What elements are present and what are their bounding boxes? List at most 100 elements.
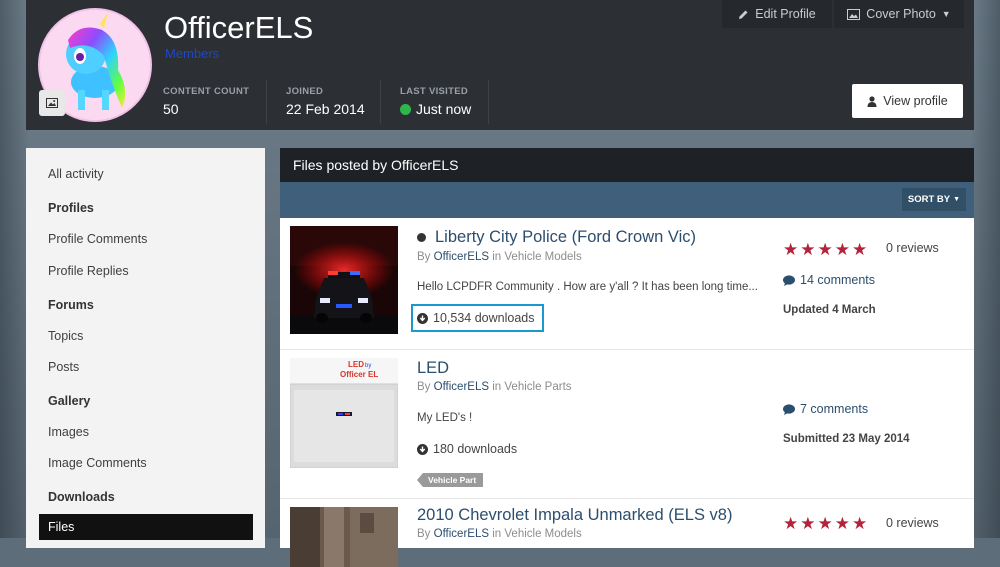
last-visited-value: Just now xyxy=(416,101,472,117)
view-profile-label: View profile xyxy=(883,94,948,108)
sort-by-button[interactable]: SORT BY ▼ xyxy=(902,188,966,211)
sidebar-item-label: Images xyxy=(48,425,89,439)
file-downloads: 10,534 downloads xyxy=(417,311,534,325)
in-word: in xyxy=(492,381,502,393)
cover-photo-label: Cover Photo xyxy=(866,7,936,21)
sidebar-heading-label: Downloads xyxy=(48,490,115,504)
sidebar-item-label: Files xyxy=(48,520,75,534)
thumb-text-top: LED xyxy=(348,360,364,369)
file-byline: By OfficerELS in Vehicle Parts xyxy=(417,381,572,393)
by-prefix: By xyxy=(417,528,431,540)
comment-icon xyxy=(783,403,795,415)
file-thumbnail[interactable] xyxy=(290,226,398,334)
image-icon xyxy=(46,98,58,108)
author-link[interactable]: OfficerELS xyxy=(434,251,489,263)
pencil-icon xyxy=(739,10,748,19)
stat-value: 50 xyxy=(163,101,179,117)
sidebar-item-files[interactable]: Files xyxy=(39,514,253,540)
sidebar-item-images[interactable]: Images xyxy=(26,420,265,444)
stat-value: Just now xyxy=(400,101,471,117)
police-car-thumbnail xyxy=(290,226,398,334)
author-link[interactable]: OfficerELS xyxy=(434,381,489,393)
sidebar-heading-forums: Forums xyxy=(26,293,265,317)
sidebar-item-image-comments[interactable]: Image Comments xyxy=(26,451,265,475)
file-thumbnail[interactable]: LED by Officer EL xyxy=(290,358,398,468)
stat-divider xyxy=(488,80,489,124)
sidebar-heading-label: Profiles xyxy=(48,201,94,215)
star-icon: ★ xyxy=(834,514,850,533)
in-word: in xyxy=(492,251,502,263)
star-icon: ★ xyxy=(783,514,799,533)
stat-content-count: CONTENT COUNT 50 xyxy=(163,86,249,117)
file-thumbnail[interactable] xyxy=(290,507,398,567)
by-prefix: By xyxy=(417,251,431,263)
image-icon xyxy=(847,8,861,20)
sidebar-item-label: Topics xyxy=(48,329,84,343)
tag-label: Vehicle Part xyxy=(428,475,477,485)
file-byline: By OfficerELS in Vehicle Models xyxy=(417,251,582,263)
user-icon xyxy=(867,95,877,107)
stat-divider xyxy=(266,80,267,124)
file-row: Liberty City Police (Ford Crown Vic) By … xyxy=(280,218,974,350)
sidebar-item-topics[interactable]: Topics xyxy=(26,324,265,348)
sidebar-item-label: Profile Comments xyxy=(48,232,148,246)
led-thumbnail: LED by Officer EL xyxy=(290,358,398,468)
thumb-text-bottom: Officer EL xyxy=(340,370,378,379)
by-prefix: By xyxy=(417,381,431,393)
author-link[interactable]: OfficerELS xyxy=(434,528,489,540)
comments-link[interactable]: 7 comments xyxy=(783,402,868,416)
caret-down-icon: ▼ xyxy=(953,196,961,203)
edit-profile-button[interactable]: Edit Profile xyxy=(722,0,832,28)
file-submitted-date: Submitted 23 May 2014 xyxy=(783,433,910,445)
sidebar-item-label: Posts xyxy=(48,360,80,374)
stat-value: 22 Feb 2014 xyxy=(286,101,365,117)
file-title: Liberty City Police (Ford Crown Vic) xyxy=(435,228,697,246)
downloads-count: 10,534 downloads xyxy=(433,311,535,325)
impala-thumbnail xyxy=(290,507,398,567)
sidebar-heading-label: Gallery xyxy=(48,394,91,408)
stat-label: LAST VISITED xyxy=(400,86,468,97)
files-panel: Files posted by OfficerELS SORT BY ▼ Lib… xyxy=(280,148,974,567)
category-link[interactable]: Vehicle Models xyxy=(504,251,581,263)
panel-title: Files posted by OfficerELS xyxy=(280,148,974,182)
reviews-count: 0 reviews xyxy=(886,516,939,530)
sidebar-heading-gallery: Gallery xyxy=(26,389,265,413)
file-row: 2010 Chevrolet Impala Unmarked (ELS v8) … xyxy=(280,499,974,567)
file-title-link[interactable]: Liberty City Police (Ford Crown Vic) xyxy=(417,228,696,247)
file-byline: By OfficerELS in Vehicle Models xyxy=(417,528,582,540)
category-link[interactable]: Vehicle Parts xyxy=(504,381,571,393)
stat-divider xyxy=(380,80,381,124)
file-title: LED xyxy=(417,359,450,377)
star-icon: ★ xyxy=(783,240,799,259)
cover-photo-button[interactable]: Cover Photo ▼ xyxy=(834,0,964,28)
sidebar-heading-downloads: Downloads xyxy=(26,485,265,509)
sort-by-label: SORT BY xyxy=(907,194,951,205)
change-photo-button[interactable] xyxy=(39,90,65,116)
file-tag[interactable]: Vehicle Part xyxy=(417,473,484,487)
comment-icon xyxy=(783,274,795,286)
file-row: LED by Officer EL LED By OfficerELS in V… xyxy=(280,350,974,499)
star-icon: ★ xyxy=(817,240,833,259)
rating-stars: ★ ★ ★ ★ ★ xyxy=(783,240,867,260)
file-title-link[interactable]: 2010 Chevrolet Impala Unmarked (ELS v8) xyxy=(417,506,732,525)
view-profile-button[interactable]: View profile xyxy=(852,84,963,118)
sidebar-item-label: All activity xyxy=(48,167,104,181)
in-word: in xyxy=(492,528,502,540)
file-downloads: 180 downloads xyxy=(417,442,517,456)
category-link[interactable]: Vehicle Models xyxy=(504,528,581,540)
file-title-link[interactable]: LED xyxy=(417,359,449,378)
comments-count: 7 comments xyxy=(800,402,869,416)
sidebar-heading-label: Forums xyxy=(48,298,94,312)
file-title: 2010 Chevrolet Impala Unmarked (ELS v8) xyxy=(417,506,733,524)
sidebar-item-profile-comments[interactable]: Profile Comments xyxy=(26,227,265,251)
sidebar-item-profile-replies[interactable]: Profile Replies xyxy=(26,259,265,283)
activity-sidebar: All activity Profiles Profile Comments P… xyxy=(26,148,265,548)
sidebar-item-posts[interactable]: Posts xyxy=(26,355,265,379)
stat-label: JOINED xyxy=(286,86,324,97)
sidebar-item-label: Profile Replies xyxy=(48,264,129,278)
file-snippet: My LED's ! xyxy=(417,412,473,424)
comments-link[interactable]: 14 comments xyxy=(783,273,875,287)
star-icon: ★ xyxy=(800,514,816,533)
star-icon: ★ xyxy=(852,514,868,533)
sidebar-item-all-activity[interactable]: All activity xyxy=(26,162,265,186)
